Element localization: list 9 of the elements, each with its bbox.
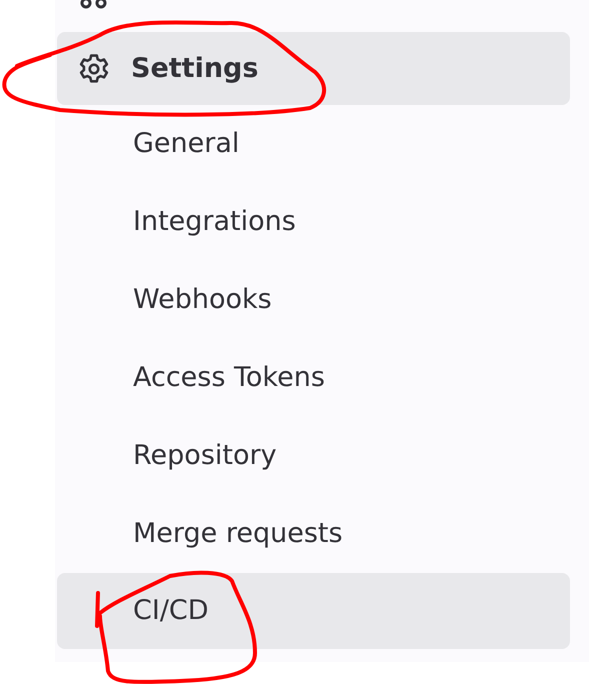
sub-nav-item[interactable]: Integrations xyxy=(57,183,570,261)
sub-nav-item[interactable]: Access Tokens xyxy=(57,339,570,417)
sub-nav-item[interactable]: General xyxy=(57,105,570,183)
sub-nav-item[interactable]: Webhooks xyxy=(57,261,570,339)
nav-item[interactable]: Settings xyxy=(57,32,570,105)
sub-nav-item[interactable]: CI/CD xyxy=(57,573,570,649)
sub-nav-item[interactable]: Repository xyxy=(57,417,570,495)
snippets-icon xyxy=(79,0,109,9)
sub-nav-item[interactable]: Merge requests xyxy=(57,495,570,573)
